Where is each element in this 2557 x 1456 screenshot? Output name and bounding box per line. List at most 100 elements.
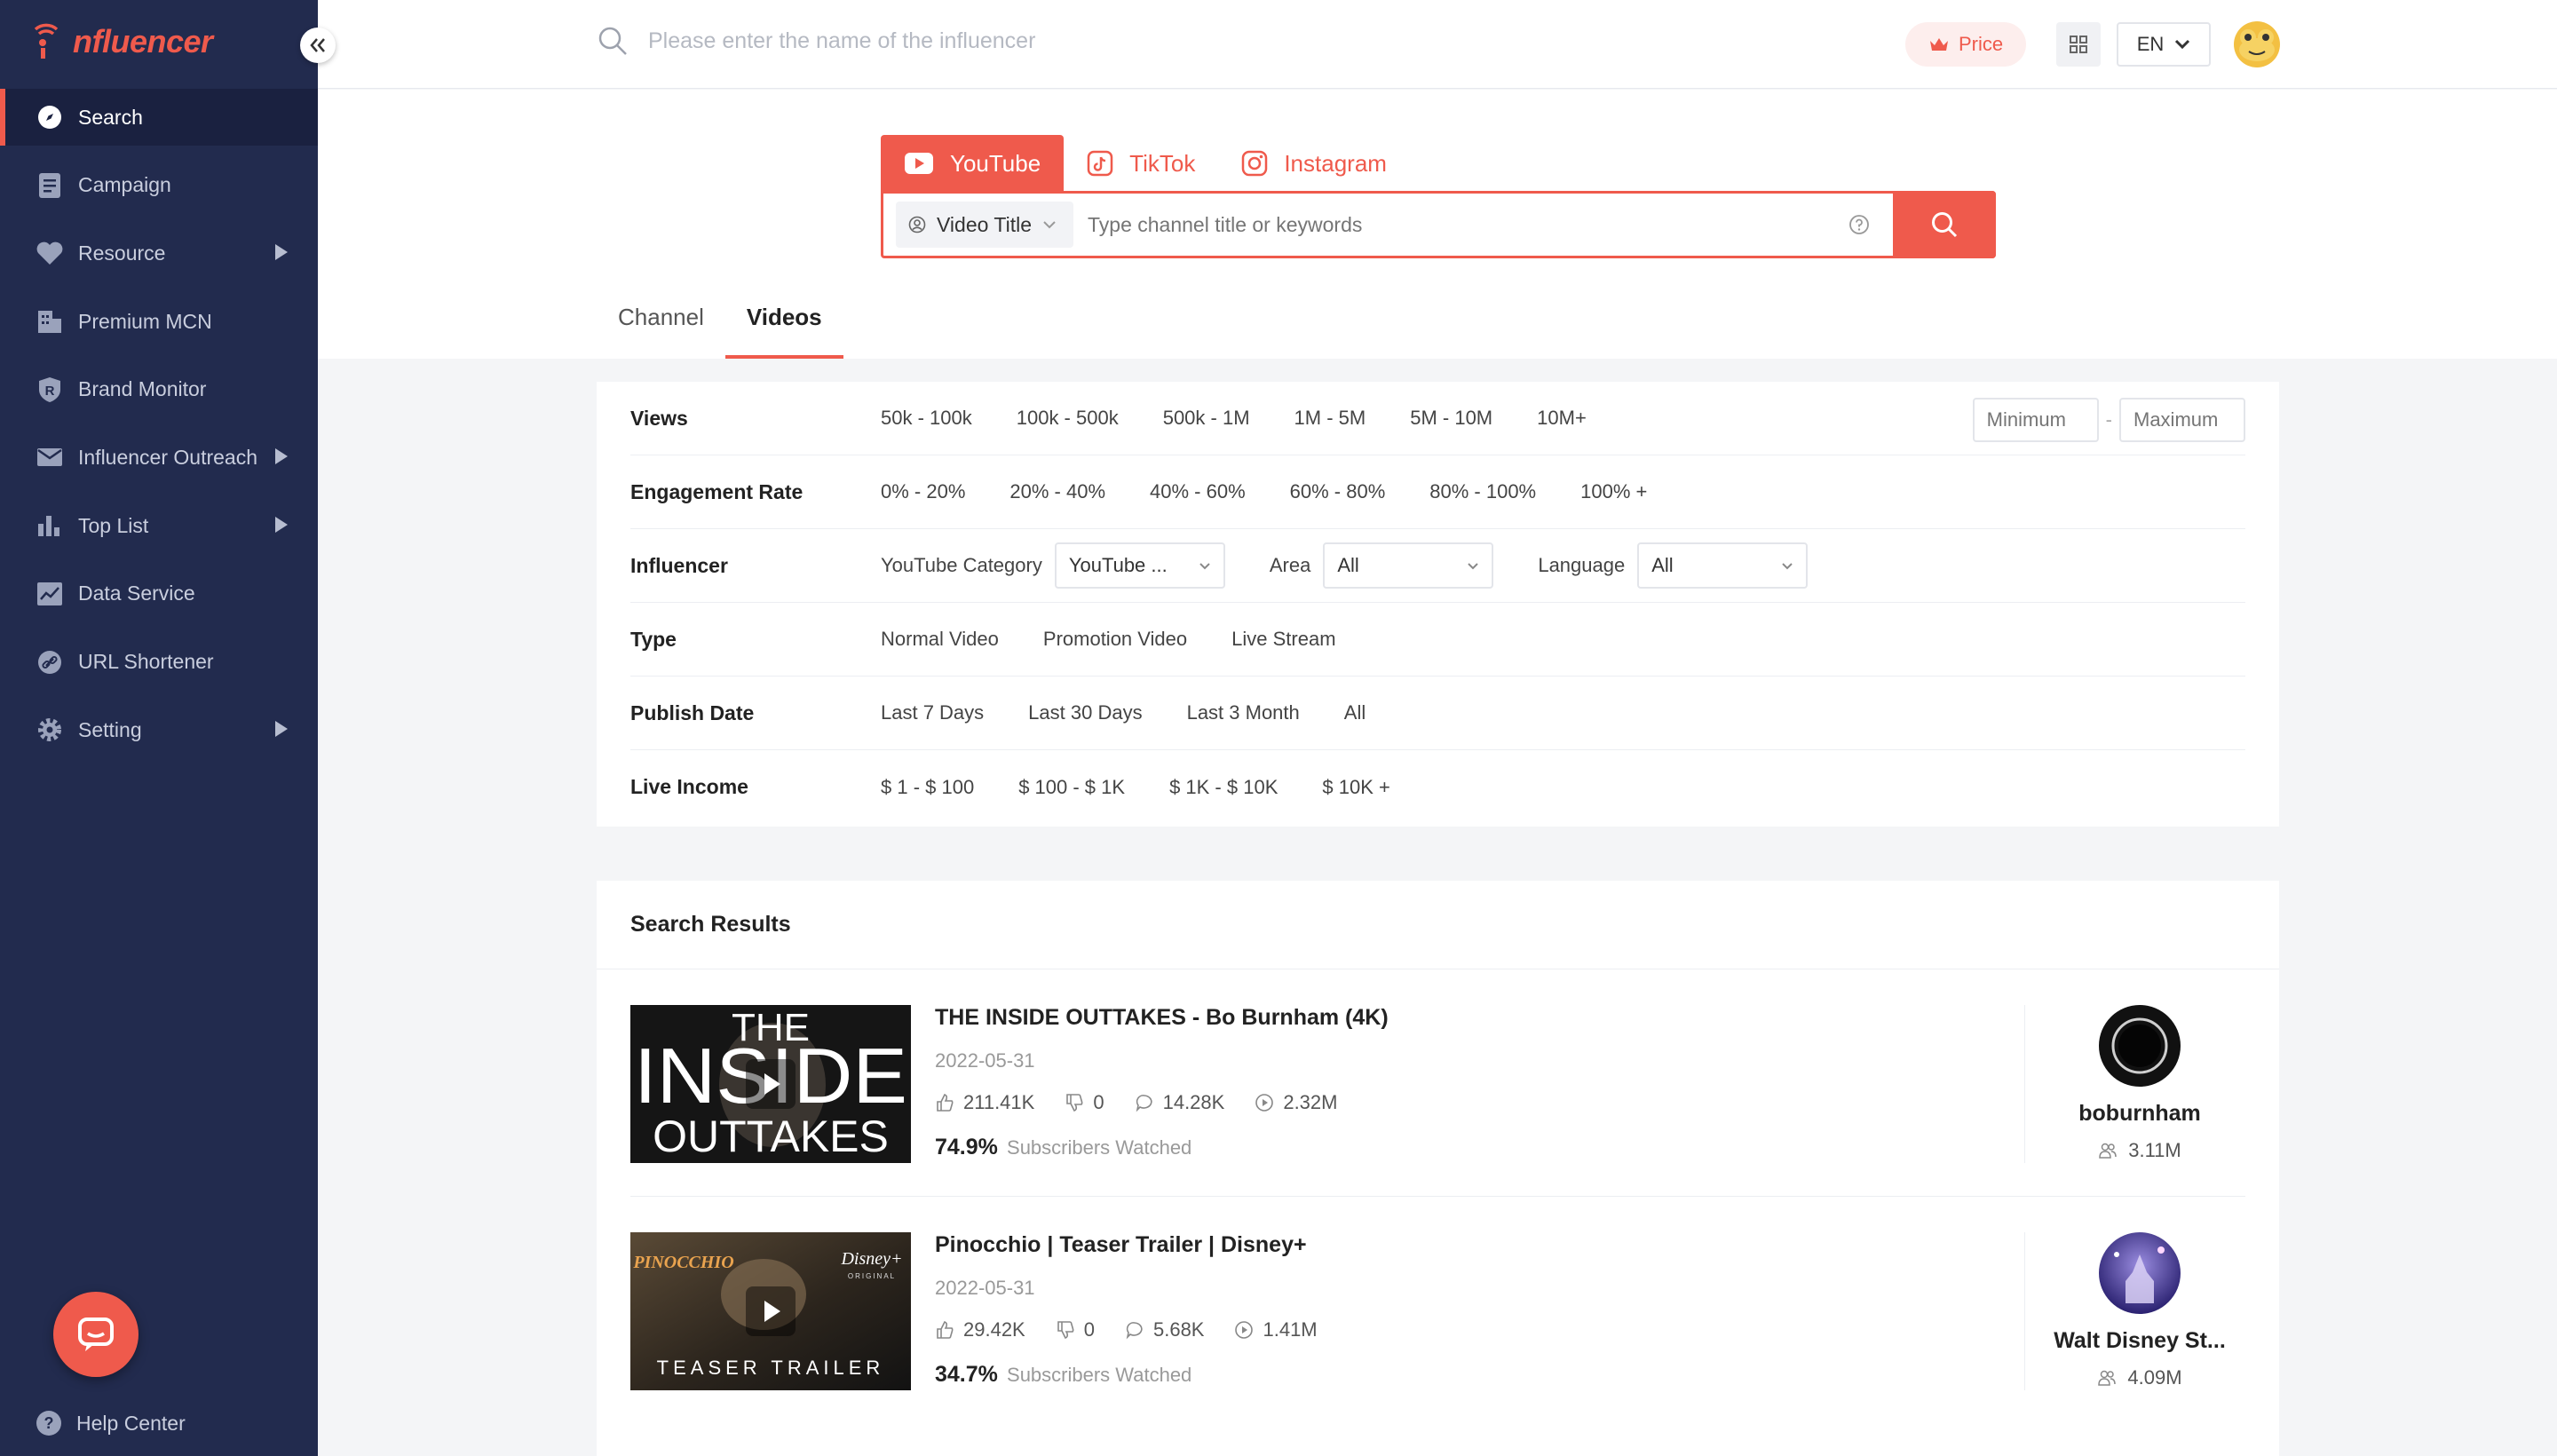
category-select[interactable]: YouTube ... — [1054, 542, 1225, 589]
language-select[interactable]: EN — [2117, 22, 2211, 67]
app-logo[interactable]: nfluencer — [32, 23, 213, 60]
user-avatar[interactable] — [2234, 21, 2280, 67]
search-submit-button[interactable] — [1893, 191, 1996, 258]
sidebar-item-premium-mcn[interactable]: Premium MCN — [0, 293, 318, 350]
chevron-down-icon — [1199, 562, 1210, 569]
watched-percent: 34.7% — [935, 1362, 998, 1387]
tab-instagram[interactable]: Instagram — [1218, 135, 1410, 192]
sidebar-item-top-list[interactable]: Top List — [0, 497, 318, 554]
likes-value: 211.41K — [963, 1091, 1035, 1113]
result-item[interactable]: THE INSIDE OUTTAKES THE INSIDE OUTTAKES … — [630, 1005, 2245, 1197]
search-type-select[interactable]: Video Title — [896, 202, 1073, 248]
bar-chart-icon — [36, 511, 64, 540]
svg-text:?: ? — [44, 1414, 54, 1432]
sidebar-item-url-shortener[interactable]: URL Shortener — [0, 634, 318, 691]
result-item[interactable]: PINOCCHIO Disney+ ORIGINAL TEASER TRAILE… — [630, 1232, 2245, 1424]
subscribers-watched: 34.7% Subscribers Watched — [935, 1362, 1191, 1388]
filter-option[interactable]: 1M - 5M — [1294, 407, 1366, 430]
sidebar-item-resource[interactable]: Resource — [0, 225, 318, 281]
filter-label: Type — [630, 627, 677, 651]
filter-option[interactable]: 50k - 100k — [881, 407, 972, 430]
dislikes-stat: 0 — [1065, 1091, 1104, 1114]
filter-option[interactable]: $ 1 - $ 100 — [881, 776, 974, 799]
filter-option[interactable]: 500k - 1M — [1163, 407, 1250, 430]
tab-tiktok[interactable]: TikTok — [1064, 135, 1218, 192]
filter-option[interactable]: 20% - 40% — [1009, 480, 1105, 503]
shield-r-icon: R — [36, 376, 64, 404]
channel-avatar[interactable] — [2099, 1232, 2181, 1314]
views-min-input[interactable] — [1972, 398, 2099, 442]
filter-option[interactable]: $ 10K + — [1322, 776, 1389, 799]
influencer-search[interactable]: Please enter the name of the influencer — [597, 25, 1035, 57]
filter-option[interactable]: 100% + — [1580, 480, 1647, 503]
filter-option[interactable]: 5M - 10M — [1410, 407, 1492, 430]
chevron-down-icon — [1782, 562, 1793, 569]
language-filter-select[interactable]: All — [1637, 542, 1809, 589]
line-chart-icon — [36, 580, 64, 608]
sidebar-item-data-service[interactable]: Data Service — [0, 566, 318, 622]
sidebar-collapse-button[interactable] — [300, 28, 336, 63]
channel-name[interactable]: boburnham — [2051, 1101, 2228, 1127]
filter-option[interactable]: Last 3 Month — [1187, 701, 1300, 724]
filter-option[interactable]: 80% - 100% — [1429, 480, 1536, 503]
channel-name[interactable]: Walt Disney St... — [2051, 1328, 2228, 1354]
channel-avatar-art — [2099, 1005, 2181, 1087]
filter-panel: Views 50k - 100k 100k - 500k 500k - 1M 1… — [597, 382, 2279, 827]
video-thumbnail[interactable]: THE INSIDE OUTTAKES — [630, 1005, 911, 1163]
sidebar-item-search[interactable]: Search — [0, 89, 318, 146]
price-button[interactable]: Price — [1905, 22, 2026, 67]
views-value: 1.41M — [1263, 1318, 1318, 1341]
area-select[interactable]: All — [1323, 542, 1494, 589]
filter-option[interactable]: 60% - 80% — [1290, 480, 1386, 503]
views-max-input[interactable] — [2119, 398, 2245, 442]
subscribers-value: 3.11M — [2128, 1139, 2181, 1161]
filter-option[interactable]: All — [1344, 701, 1366, 724]
tab-channel[interactable]: Channel — [597, 297, 725, 359]
filter-option[interactable]: $ 1K - $ 10K — [1169, 776, 1278, 799]
question-circle-icon[interactable] — [1848, 214, 1870, 235]
video-title[interactable]: THE INSIDE OUTTAKES - Bo Burnham (4K) — [935, 1005, 1389, 1031]
instagram-icon — [1242, 150, 1268, 177]
channel-avatar[interactable] — [2099, 1005, 2181, 1087]
channel-subscribers: 4.09M — [2051, 1366, 2228, 1389]
sidebar-item-label: Brand Monitor — [78, 377, 207, 401]
filter-option[interactable]: 10M+ — [1537, 407, 1587, 430]
filter-option[interactable]: 0% - 20% — [881, 480, 965, 503]
influencer-search-input[interactable]: Please enter the name of the influencer — [648, 28, 1035, 54]
filter-option[interactable]: Normal Video — [881, 628, 999, 651]
sidebar-item-influencer-outreach[interactable]: Influencer Outreach — [0, 429, 318, 486]
filter-option[interactable]: Last 30 Days — [1028, 701, 1142, 724]
keyword-input[interactable] — [1088, 212, 1848, 237]
sidebar-item-setting[interactable]: Setting — [0, 701, 318, 758]
views-stat: 2.32M — [1255, 1091, 1337, 1114]
channel-info[interactable]: boburnham 3.11M — [2051, 1005, 2228, 1162]
filter-row-type: Type Normal Video Promotion Video Live S… — [630, 603, 2245, 677]
apps-grid-button[interactable] — [2056, 22, 2101, 67]
channel-avatar-art — [2099, 1232, 2181, 1314]
video-thumbnail[interactable]: PINOCCHIO Disney+ ORIGINAL TEASER TRAILE… — [630, 1232, 911, 1390]
play-circle-icon — [1235, 1321, 1254, 1339]
filter-option[interactable]: $ 100 - $ 1K — [1018, 776, 1125, 799]
chat-support-button[interactable] — [53, 1292, 139, 1377]
filter-option[interactable]: Live Stream — [1231, 628, 1335, 651]
filter-option[interactable]: 100k - 500k — [1017, 407, 1119, 430]
help-center-link[interactable]: ? Help Center — [36, 1410, 186, 1436]
filter-option[interactable]: Promotion Video — [1043, 628, 1187, 651]
filter-option[interactable]: Last 7 Days — [881, 701, 984, 724]
mail-icon — [36, 443, 64, 471]
filter-label: Influencer — [630, 553, 728, 577]
sidebar-item-campaign[interactable]: Campaign — [0, 157, 318, 214]
divider — [2024, 1005, 2025, 1163]
sidebar-item-label: Resource — [78, 241, 166, 265]
filter-row-publish-date: Publish Date Last 7 Days Last 30 Days La… — [630, 677, 2245, 750]
tab-youtube[interactable]: YouTube — [881, 135, 1065, 192]
video-title[interactable]: Pinocchio | Teaser Trailer | Disney+ — [935, 1232, 1307, 1258]
views-stat: 1.41M — [1234, 1318, 1318, 1341]
play-icon — [746, 1286, 796, 1336]
filter-option[interactable]: 40% - 60% — [1150, 480, 1246, 503]
thumb-logo: Disney+ — [840, 1249, 902, 1269]
channel-info[interactable]: Walt Disney St... 4.09M — [2051, 1232, 2228, 1389]
sidebar-item-brand-monitor[interactable]: R Brand Monitor — [0, 361, 318, 418]
tab-videos[interactable]: Videos — [724, 297, 843, 359]
help-center-label: Help Center — [76, 1411, 186, 1435]
